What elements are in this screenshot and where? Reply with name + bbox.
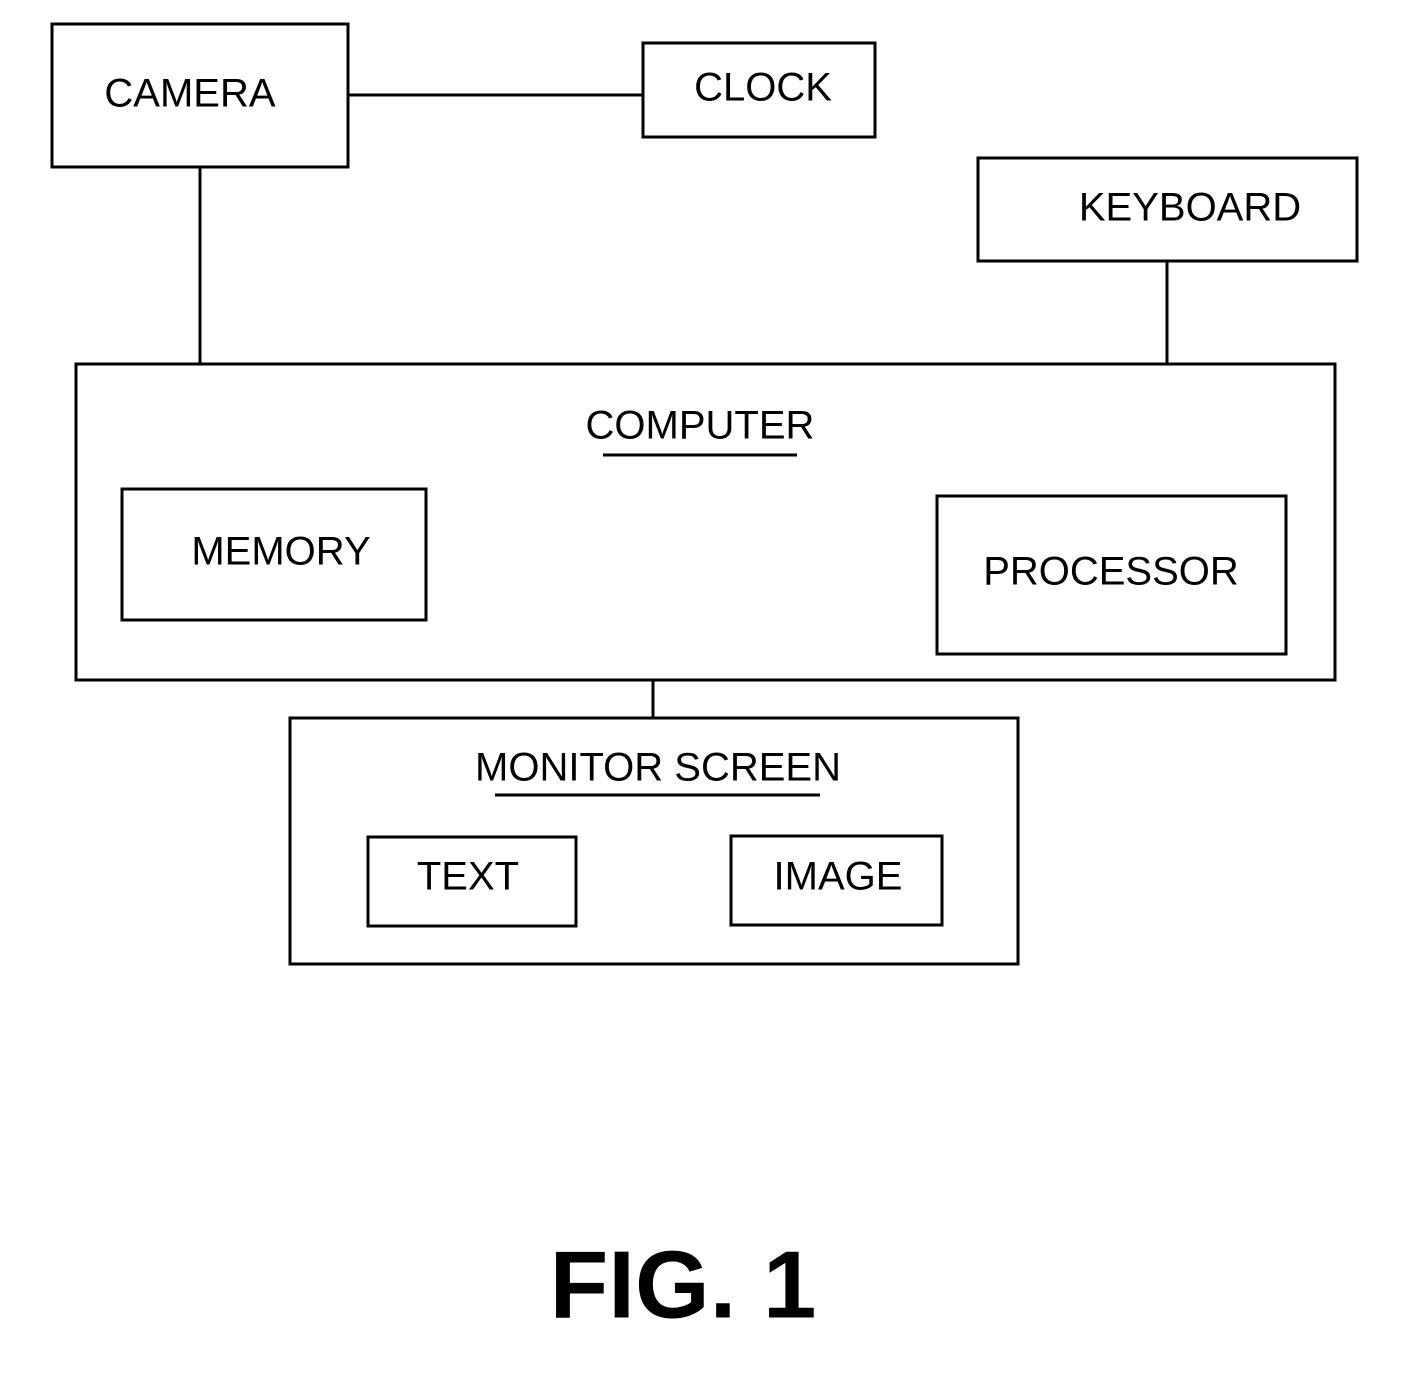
computer-block: COMPUTER MEMORY PROCESSOR <box>74 362 1337 682</box>
clock-block: CLOCK <box>641 41 877 139</box>
camera-block: CAMERA <box>50 22 350 169</box>
processor-block: PROCESSOR <box>935 494 1288 656</box>
image-block: IMAGE <box>729 834 944 927</box>
memory-block: MEMORY <box>120 487 428 622</box>
keyboard-block: KEYBOARD <box>976 156 1359 263</box>
text-label: TEXT <box>417 855 519 899</box>
block-diagram: CAMERA CLOCK KEYBOARD COMPUTER MEMORY PR… <box>50 22 1359 1338</box>
memory-label: MEMORY <box>191 530 370 574</box>
figure-caption: FIG. 1 <box>550 1231 817 1338</box>
image-label: IMAGE <box>774 855 903 899</box>
text-block: TEXT <box>366 835 578 928</box>
camera-label: CAMERA <box>104 72 275 116</box>
processor-label: PROCESSOR <box>983 550 1239 594</box>
clock-label: CLOCK <box>694 66 832 110</box>
monitor-screen-block: MONITOR SCREEN TEXT IMAGE <box>288 716 1020 966</box>
computer-label: COMPUTER <box>586 404 815 448</box>
monitor-screen-label: MONITOR SCREEN <box>475 746 841 790</box>
keyboard-label: KEYBOARD <box>1079 186 1301 230</box>
